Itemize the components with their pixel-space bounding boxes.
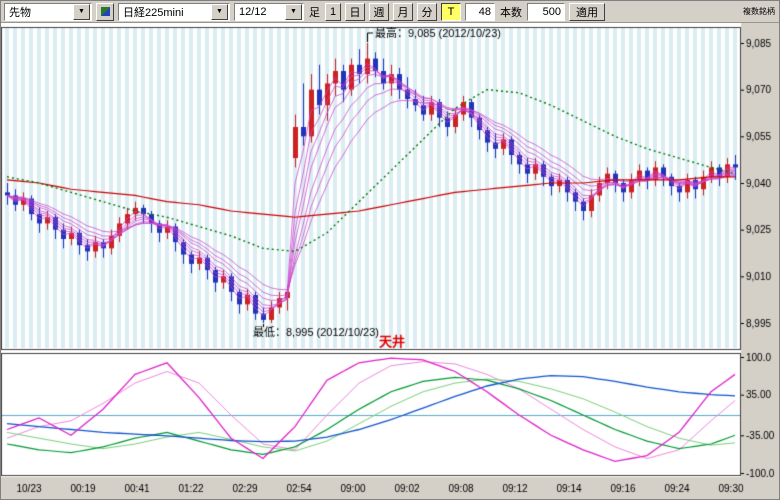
apply-button[interactable]: 適用 [569,3,605,21]
timeframe-month-button[interactable]: 月 [393,3,413,21]
chevron-down-icon[interactable]: ▼ [285,4,302,20]
chart-application-window: 先物 ▼ 日経225mini ▼ 12/12 ▼ 足 1 日 週 月 分 T 4… [0,0,780,500]
contract-month-select[interactable]: 12/12 ▼ [234,3,304,21]
timeframe-day-button[interactable]: 日 [345,3,365,21]
timeframe-1-button[interactable]: 1 [325,3,341,21]
timeframe-minute-button[interactable]: 分 [417,3,437,21]
toolbar: 先物 ▼ 日経225mini ▼ 12/12 ▼ 足 1 日 週 月 分 T 4… [1,1,779,23]
symbol-select[interactable]: 日経225mini ▼ [118,3,230,21]
timeframe-tick-button[interactable]: T [441,3,461,21]
symbol-grid-icon [101,7,110,16]
multi-symbol-label[interactable]: 複数銘柄 [743,6,775,17]
chevron-down-icon[interactable]: ▼ [211,4,228,20]
symbol-select-value: 日経225mini [119,4,210,20]
contract-month-value: 12/12 [235,6,284,18]
bar-count-input[interactable]: 500 [527,3,565,21]
price-chart-canvas[interactable] [1,23,780,500]
chevron-down-icon[interactable]: ▼ [73,4,90,20]
bar-type-label: 足 [308,4,321,20]
symbol-list-button[interactable] [96,3,114,21]
market-select[interactable]: 先物 ▼ [4,3,92,21]
timeframe-week-button[interactable]: 週 [369,3,389,21]
bar-count-label: 本数 [499,4,523,20]
market-select-value: 先物 [5,4,72,20]
tick-count-input[interactable]: 48 [465,3,495,21]
